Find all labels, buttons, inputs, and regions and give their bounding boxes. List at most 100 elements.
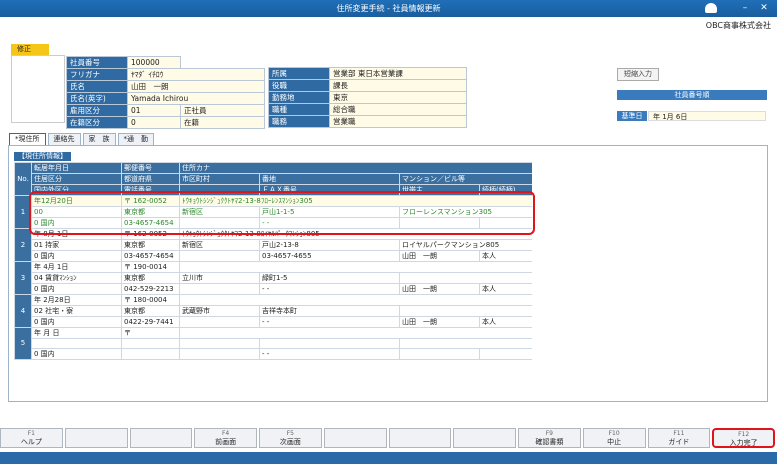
table-row[interactable] [15, 338, 532, 349]
table-row[interactable]: 0 国内 - - [15, 347, 532, 360]
base-date-label: 基準日 [617, 111, 647, 121]
base-date-input[interactable]: 年 1月 6日 [648, 111, 766, 121]
table-cell[interactable]: 新宿区 [179, 239, 260, 251]
table-cell[interactable]: - - [259, 347, 400, 360]
table-cell[interactable]: 0 国内 [31, 347, 122, 360]
table-cell[interactable]: 山田 一朗 [399, 283, 480, 295]
fkey-5-button[interactable]: F5 次画面 [259, 428, 322, 448]
field-label: フリガナ [66, 68, 128, 81]
short-input-button[interactable]: 短縮入力 [617, 68, 659, 81]
window-title: 住所変更手続 - 社員情報更新 [336, 4, 441, 13]
table-cell[interactable]: 本人 [479, 316, 532, 328]
table-cell[interactable]: 〒 190-0014 [121, 261, 180, 273]
table-cell[interactable]: 東京都 [121, 305, 180, 317]
table-cell[interactable] [121, 338, 180, 349]
table-cell[interactable]: 山田 一朗 [399, 316, 480, 328]
table-row[interactable]: 02 社宅・寮 東京都 武蔵野市 吉祥寺本町 [15, 305, 532, 317]
table-cell[interactable] [399, 305, 532, 317]
table-cell[interactable] [479, 347, 532, 360]
table-cell[interactable]: 042-529-2213 [121, 283, 180, 295]
table-row[interactable]: 0 国内 042-529-2213 - - 山田 一朗 本人 [15, 283, 532, 295]
fkey-11-button[interactable]: F11 ガイド [647, 428, 711, 448]
fkey-empty-button[interactable] [64, 428, 128, 448]
selected-row-highlight [29, 191, 535, 235]
tab-family[interactable]: 家 族 [82, 133, 116, 145]
table-cell[interactable]: 02 社宅・寮 [31, 305, 122, 317]
table-cell[interactable]: 03-4657-4654 [121, 250, 180, 262]
fkey-empty-button[interactable] [453, 428, 516, 448]
fkey-4-button[interactable]: F4 前画面 [194, 428, 257, 448]
table-cell[interactable]: ロイヤルパークマンション805 [399, 239, 532, 251]
employee-info-right: 所属 営業部 東日本営業課 役職 課長 勤務地 東京 職種 総合職 職務 営業職 [268, 67, 467, 128]
employee-number-order[interactable]: 社員番号順 [617, 90, 767, 100]
fkey-empty-button[interactable] [388, 428, 452, 448]
table-row[interactable]: 3年 4月 1日〒 190-0014 [14, 261, 532, 295]
table-cell[interactable]: 吉祥寺本町 [259, 305, 400, 317]
table-cell[interactable]: 東京都 [121, 272, 180, 284]
fkey-number: F4 [221, 430, 230, 437]
table-cell[interactable] [399, 338, 532, 349]
table-cell[interactable]: 緑町1-5 [259, 272, 400, 284]
table-row[interactable]: 0 国内 0422-29-7441 - - 山田 一朗 本人 [15, 316, 532, 328]
table-cell[interactable] [179, 338, 260, 349]
table-cell[interactable] [179, 347, 260, 360]
fkey-10-button[interactable]: F10 中止 [582, 428, 646, 448]
fkey-empty-button[interactable] [323, 428, 387, 448]
table-cell[interactable]: 〒 180-0004 [121, 294, 180, 306]
table-cell[interactable]: 年 4月 1日 [31, 261, 122, 273]
job-type: 総合職 [329, 103, 467, 116]
table-cell[interactable]: - - [259, 316, 400, 328]
table-cell[interactable] [399, 272, 532, 284]
table-cell[interactable]: 戸山2-13-8 [259, 239, 400, 251]
employee-kana: ﾔﾏﾀﾞ ｲﾁﾛｳ [127, 68, 265, 81]
table-cell[interactable]: 年 月 日 [31, 327, 122, 339]
fkey-1-button[interactable]: F1 ヘルプ [0, 428, 63, 448]
field-label: 所属 [268, 67, 330, 80]
table-cell[interactable] [179, 316, 260, 328]
table-cell[interactable] [121, 347, 180, 360]
table-cell[interactable]: 立川市 [179, 272, 260, 284]
table-cell[interactable]: 03-4657-4655 [259, 250, 400, 262]
table-cell[interactable]: 0 国内 [31, 250, 122, 262]
table-cell[interactable] [399, 347, 480, 360]
table-cell[interactable]: 年 2月28日 [31, 294, 122, 306]
table-cell[interactable] [259, 338, 400, 349]
fkey-empty-button[interactable] [129, 428, 193, 448]
table-cell[interactable]: 山田 一朗 [399, 250, 480, 262]
tab-contact[interactable]: 連絡先 [47, 133, 81, 145]
table-row[interactable]: 4年 2月28日〒 180-0004 [14, 294, 532, 328]
table-cell[interactable] [179, 250, 260, 262]
table-cell[interactable]: 0 国内 [31, 316, 122, 328]
table-cell[interactable]: 0422-29-7441 [121, 316, 180, 328]
table-cell[interactable]: 武蔵野市 [179, 305, 260, 317]
table-cell[interactable] [179, 294, 532, 306]
minimize-icon[interactable]: – [739, 2, 751, 14]
table-cell[interactable]: 0 国内 [31, 283, 122, 295]
table-cell[interactable]: 〒 [121, 327, 180, 339]
company-name: OBC商事株式会社 [705, 21, 771, 30]
table-cell[interactable] [179, 283, 260, 295]
tab-current-address[interactable]: *現住所 [9, 133, 46, 145]
table-row[interactable]: 5年 月 日〒 [14, 327, 532, 360]
table-cell[interactable]: - - [259, 283, 400, 295]
table-row[interactable]: 01 持家 東京都 新宿区 戸山2-13-8 ロイヤルパークマンション805 [15, 239, 532, 251]
row-number: 2 [14, 228, 32, 262]
employment-type-code: 01 [127, 104, 181, 117]
table-cell[interactable] [179, 327, 532, 339]
close-icon[interactable]: ✕ [758, 2, 770, 14]
fkey-9-button[interactable]: F9 確認書類 [518, 428, 581, 448]
table-cell[interactable] [31, 338, 122, 349]
table-cell[interactable]: 本人 [479, 283, 532, 295]
tab-commute[interactable]: *通 勤 [117, 133, 154, 145]
table-cell[interactable] [179, 261, 532, 273]
fkey-number: F1 [27, 430, 36, 437]
table-row[interactable]: 0 国内 03-4657-4654 03-4657-4655 山田 一朗 本人 [15, 250, 532, 262]
table-cell[interactable]: 東京都 [121, 239, 180, 251]
table-row[interactable]: 04 賃貸ﾏﾝｼｮﾝ 東京都 立川市 緑町1-5 [15, 272, 532, 284]
fkey-12-button[interactable]: F12 入力完了 [712, 428, 775, 448]
table-cell[interactable]: 本人 [479, 250, 532, 262]
table-cell[interactable]: 04 賃貸ﾏﾝｼｮﾝ [31, 272, 122, 284]
field-label: 社員番号 [66, 56, 128, 69]
column-header: 市区町村 [179, 173, 260, 185]
table-cell[interactable]: 01 持家 [31, 239, 122, 251]
